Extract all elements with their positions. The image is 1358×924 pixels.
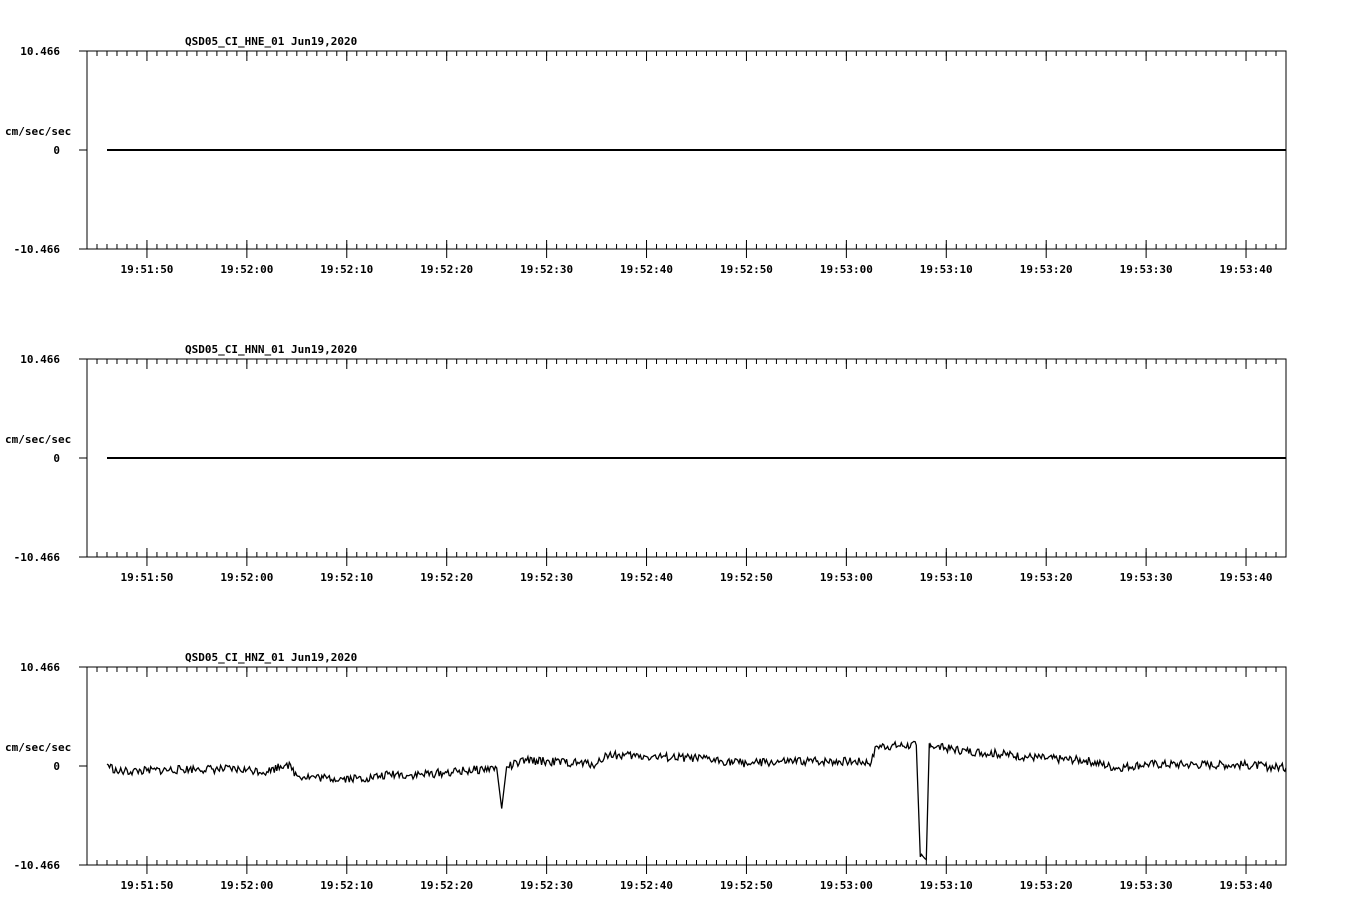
x-tick-label: 19:51:50	[120, 263, 173, 276]
x-tick-label: 19:52:40	[620, 263, 673, 276]
y-axis-label: cm/sec/sec	[5, 433, 71, 446]
x-tick-label: 19:53:00	[820, 571, 873, 584]
x-tick-label: 19:53:00	[820, 879, 873, 892]
y-axis-label: cm/sec/sec	[5, 125, 71, 138]
x-tick-label: 19:53:30	[1120, 879, 1173, 892]
x-tick-label: 19:52:20	[420, 571, 473, 584]
y-tick-label: 10.466	[20, 45, 60, 58]
y-tick-label: 10.466	[20, 661, 60, 674]
y-tick-label: 10.466	[20, 353, 60, 366]
x-tick-label: 19:51:50	[120, 879, 173, 892]
chart-title: QSD05_CI_HNZ_01 Jun19,2020	[185, 651, 357, 664]
y-tick-label: -10.466	[14, 243, 61, 256]
x-tick-label: 19:53:10	[920, 571, 973, 584]
x-tick-label: 19:53:20	[1020, 571, 1073, 584]
chart-title: QSD05_CI_HNN_01 Jun19,2020	[185, 343, 357, 356]
x-tick-label: 19:53:40	[1220, 879, 1273, 892]
x-tick-label: 19:53:10	[920, 263, 973, 276]
plot-frame	[86, 666, 1287, 866]
y-tick-label: 0	[53, 760, 60, 773]
x-tick-label: 19:51:50	[120, 571, 173, 584]
chart-title: QSD05_CI_HNE_01 Jun19,2020	[185, 35, 357, 48]
seismogram-plots: QSD05_CI_HNE_01 Jun19,2020 10.466 0 -10.466…	[5, 35, 1287, 892]
x-tick-label: 19:52:10	[320, 571, 373, 584]
x-tick-label: 19:52:10	[320, 263, 373, 276]
x-tick-label: 19:53:30	[1120, 263, 1173, 276]
x-tick-label: 19:52:50	[720, 571, 773, 584]
x-tick-label: 19:52:30	[520, 879, 573, 892]
x-tick-label: 19:53:40	[1220, 263, 1273, 276]
x-tick-label: 19:53:00	[820, 263, 873, 276]
y-axis-label: cm/sec/sec	[5, 741, 71, 754]
waveform-trace	[106, 740, 1287, 861]
y-tick-label: 0	[53, 144, 60, 157]
x-tick-label: 19:52:50	[720, 879, 773, 892]
y-tick-label: -10.466	[14, 551, 61, 564]
x-tick-label: 19:52:00	[220, 571, 273, 584]
x-tick-label: 19:52:00	[220, 879, 273, 892]
x-tick-label: 19:52:30	[520, 571, 573, 584]
x-tick-label: 19:52:00	[220, 263, 273, 276]
x-tick-label: 19:52:40	[620, 571, 673, 584]
x-tick-label: 19:52:50	[720, 263, 773, 276]
x-tick-label: 19:53:20	[1020, 263, 1073, 276]
x-tick-label: 19:53:40	[1220, 571, 1273, 584]
y-tick-label: -10.466	[14, 859, 61, 872]
x-tick-label: 19:53:30	[1120, 571, 1173, 584]
x-tick-label: 19:53:20	[1020, 879, 1073, 892]
x-tick-label: 19:52:20	[420, 263, 473, 276]
y-tick-label: 0	[53, 452, 60, 465]
x-tick-label: 19:52:40	[620, 879, 673, 892]
x-tick-label: 19:52:30	[520, 263, 573, 276]
x-tick-label: 19:52:20	[420, 879, 473, 892]
x-tick-label: 19:52:10	[320, 879, 373, 892]
x-tick-label: 19:53:10	[920, 879, 973, 892]
